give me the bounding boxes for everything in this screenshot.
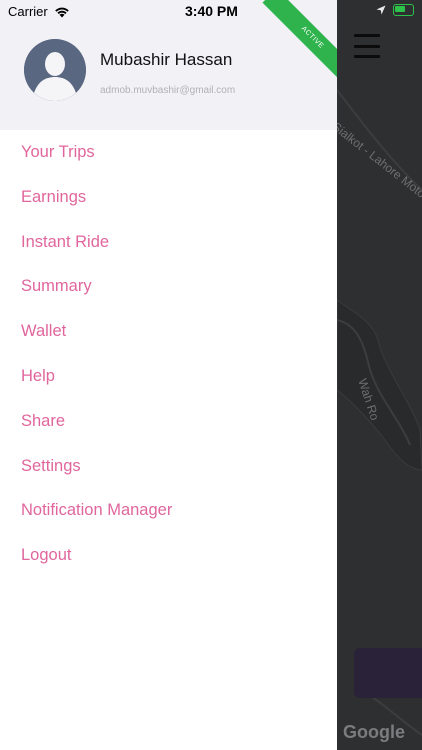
hamburger-line [354, 44, 380, 48]
battery-icon [393, 4, 414, 16]
google-logo: Google [343, 722, 405, 742]
wifi-icon [54, 7, 69, 17]
hamburger-menu-icon[interactable] [354, 33, 380, 59]
menu-item-summary[interactable]: Summary [0, 264, 337, 309]
user-email: admob.muvbashir@gmail.com [100, 85, 236, 96]
menu-item-wallet[interactable]: Wallet [0, 309, 337, 354]
carrier-label: Carrier [8, 4, 48, 19]
menu-item-your-trips[interactable]: Your Trips [0, 130, 337, 175]
menu-item-settings[interactable]: Settings [0, 444, 337, 489]
menu-item-help[interactable]: Help [0, 354, 337, 399]
carrier-group: Carrier [8, 4, 70, 19]
status-bar: Carrier 3:40 PM [0, 0, 422, 22]
status-indicators [376, 4, 414, 16]
status-time: 3:40 PM [185, 3, 238, 19]
avatar[interactable] [24, 39, 86, 101]
user-silhouette-icon [24, 39, 86, 101]
user-name: Mubashir Hassan [100, 50, 233, 69]
menu-item-share[interactable]: Share [0, 399, 337, 444]
menu-item-earnings[interactable]: Earnings [0, 175, 337, 220]
menu-item-instant-ride[interactable]: Instant Ride [0, 220, 337, 265]
hamburger-line [354, 34, 380, 37]
menu-item-notification-manager[interactable]: Notification Manager [0, 488, 337, 533]
side-drawer: Mubashir Hassan admob.muvbashir@gmail.co… [0, 0, 337, 750]
drawer-menu: Your Trips Earnings Instant Ride Summary… [0, 130, 337, 578]
bottom-card[interactable] [354, 648, 422, 698]
menu-item-logout[interactable]: Logout [0, 533, 337, 578]
location-arrow-icon [376, 5, 386, 15]
hamburger-line [354, 55, 380, 58]
